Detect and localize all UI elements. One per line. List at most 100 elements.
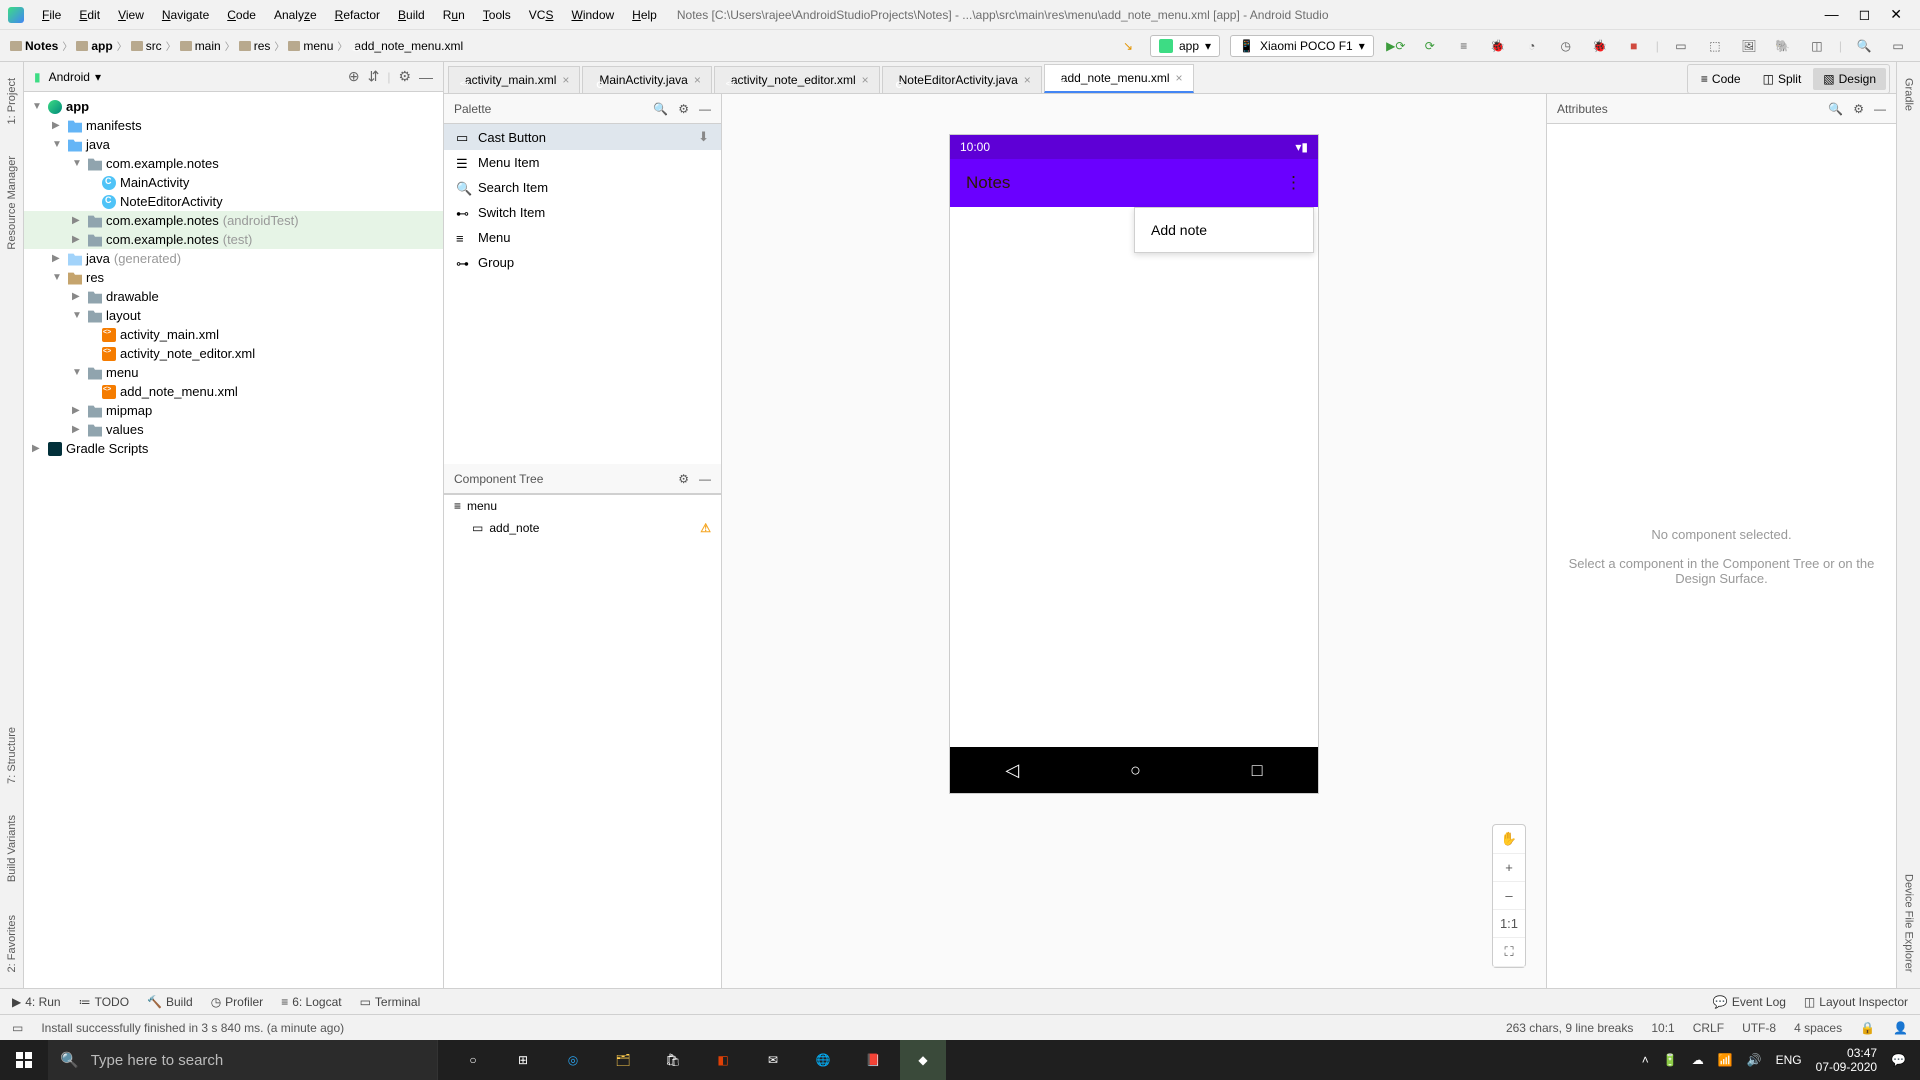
menu-window[interactable]: Window xyxy=(563,6,622,24)
office-icon[interactable]: ◧ xyxy=(700,1040,746,1080)
ct-menu[interactable]: ≡menu xyxy=(444,495,721,517)
menu-view[interactable]: View xyxy=(110,6,152,24)
minimize-icon[interactable]: — xyxy=(699,472,711,486)
search-icon[interactable]: 🔍 xyxy=(653,102,668,116)
menu-help[interactable]: Help xyxy=(624,6,665,24)
tree-activity-note-editor-xml[interactable]: activity_note_editor.xml xyxy=(24,344,443,363)
language-indicator[interactable]: ENG xyxy=(1776,1053,1802,1067)
store-icon[interactable]: 🛍 xyxy=(650,1040,696,1080)
menu-edit[interactable]: Edit xyxy=(71,6,108,24)
taskbar-search[interactable]: 🔍 Type here to search xyxy=(48,1040,438,1080)
sdk-manager-icon[interactable]: ⬚ xyxy=(1703,34,1727,58)
wifi-icon[interactable]: 📶 xyxy=(1718,1053,1733,1067)
tree-add-note-menu-xml[interactable]: add_note_menu.xml xyxy=(24,382,443,401)
tool-build[interactable]: 🔨 Build xyxy=(147,995,193,1009)
tool-logcat[interactable]: ≡ 6: Logcat xyxy=(281,995,341,1009)
palette-menu-item[interactable]: ☰Menu Item xyxy=(444,150,721,175)
coverage-icon[interactable]: ◔ xyxy=(1520,34,1544,58)
memory-indicator-icon[interactable]: 👤 xyxy=(1893,1021,1908,1035)
gear-icon[interactable]: ⚙ xyxy=(678,472,689,486)
start-button[interactable] xyxy=(0,1040,48,1080)
tree-java[interactable]: ▼java xyxy=(24,135,443,154)
tree-package-test[interactable]: ▶com.example.notes (test) xyxy=(24,230,443,249)
zoom-fit[interactable]: ⛶ xyxy=(1493,938,1525,967)
run-icon[interactable]: ▶⟳ xyxy=(1384,34,1408,58)
menu-refactor[interactable]: Refactor xyxy=(327,6,388,24)
crumb-app[interactable]: app xyxy=(76,39,112,53)
tool-gradle[interactable]: Gradle xyxy=(1903,72,1915,117)
android-studio-icon[interactable]: ◆ xyxy=(900,1040,946,1080)
cortana-icon[interactable]: ○ xyxy=(450,1040,496,1080)
tool-run[interactable]: ▶ 4: Run xyxy=(12,995,61,1009)
crumb-file[interactable]: add_note_menu.xml xyxy=(351,39,463,53)
run-config-select[interactable]: app ▾ xyxy=(1150,35,1220,57)
task-view-icon[interactable]: ⊞ xyxy=(500,1040,546,1080)
debug-icon[interactable]: 🐞 xyxy=(1486,34,1510,58)
menu-run[interactable]: Run xyxy=(435,6,473,24)
close-icon[interactable]: × xyxy=(1024,73,1031,87)
tree-values[interactable]: ▶values xyxy=(24,420,443,439)
tool-project[interactable]: 1: Project xyxy=(6,72,18,130)
gear-icon[interactable]: ⚙ xyxy=(1853,102,1864,116)
status-indent[interactable]: 4 spaces xyxy=(1794,1021,1842,1035)
crumb-menu[interactable]: menu xyxy=(288,39,333,53)
taskbar-clock[interactable]: 03:47 07-09-2020 xyxy=(1816,1046,1877,1075)
crumb-main[interactable]: main xyxy=(180,39,221,53)
tree-note-editor-activity[interactable]: NoteEditorActivity xyxy=(24,192,443,211)
apply-changes-icon[interactable]: ⟳ xyxy=(1418,34,1442,58)
tree-manifests[interactable]: ▶manifests xyxy=(24,116,443,135)
menu-navigate[interactable]: Navigate xyxy=(154,6,217,24)
menu-tools[interactable]: Tools xyxy=(475,6,519,24)
minimize-icon[interactable]: — xyxy=(1874,102,1886,116)
tab-activity-main[interactable]: activity_main.xml× xyxy=(448,66,580,93)
run-tests-icon[interactable]: ≡ xyxy=(1452,34,1476,58)
recents-icon[interactable]: □ xyxy=(1252,760,1263,781)
crumb-notes[interactable]: Notes xyxy=(10,39,58,53)
zoom-ratio[interactable]: 1:1 xyxy=(1493,910,1525,938)
volume-icon[interactable]: 🔊 xyxy=(1747,1053,1762,1067)
tab-activity-note-editor[interactable]: activity_note_editor.xml× xyxy=(714,66,880,93)
attach-debugger-icon[interactable]: 🐞 xyxy=(1588,34,1612,58)
zoom-out[interactable]: – xyxy=(1493,882,1525,910)
collapse-icon[interactable]: ⇵ xyxy=(368,68,380,85)
tool-event-log[interactable]: 💬 Event Log xyxy=(1713,995,1786,1009)
tree-java-generated[interactable]: ▶java (generated) xyxy=(24,249,443,268)
minimize-icon[interactable]: — xyxy=(699,102,711,116)
palette-switch-item[interactable]: ⊷Switch Item xyxy=(444,200,721,225)
settings-help-icon[interactable]: ▭ xyxy=(1886,34,1910,58)
status-encoding[interactable]: UTF-8 xyxy=(1742,1021,1776,1035)
overflow-icon[interactable]: ⋮ xyxy=(1285,173,1302,193)
tray-expand-icon[interactable]: ˄ xyxy=(1642,1053,1649,1067)
tree-package[interactable]: ▼com.example.notes xyxy=(24,154,443,173)
maximize-button[interactable]: ◻ xyxy=(1859,6,1871,23)
tree-drawable[interactable]: ▶drawable xyxy=(24,287,443,306)
tool-todo[interactable]: ≔ TODO xyxy=(79,995,129,1009)
close-icon[interactable]: × xyxy=(562,73,569,87)
tool-build-variants[interactable]: Build Variants xyxy=(6,809,18,888)
palette-search-item[interactable]: 🔍Search Item xyxy=(444,175,721,200)
mail-icon[interactable]: ✉ xyxy=(750,1040,796,1080)
onedrive-icon[interactable]: ☁ xyxy=(1692,1053,1704,1067)
file-explorer-icon[interactable]: 🗂 xyxy=(600,1040,646,1080)
menu-add-note[interactable]: Add note xyxy=(1151,222,1207,238)
status-line-ending[interactable]: CRLF xyxy=(1693,1021,1724,1035)
tree-res[interactable]: ▼res xyxy=(24,268,443,287)
menu-code[interactable]: Code xyxy=(219,6,264,24)
tree-layout[interactable]: ▼layout xyxy=(24,306,443,325)
lock-icon[interactable]: 🔒 xyxy=(1860,1021,1875,1035)
close-button[interactable]: ✕ xyxy=(1890,6,1902,23)
edge-icon[interactable]: ◎ xyxy=(550,1040,596,1080)
tree-app-module[interactable]: ▼app xyxy=(24,97,443,116)
palette-menu[interactable]: ≡Menu xyxy=(444,225,721,250)
menu-build[interactable]: Build xyxy=(390,6,433,24)
tool-profiler[interactable]: ◷ Profiler xyxy=(211,995,264,1009)
menu-popup[interactable]: Add note xyxy=(1134,207,1314,253)
notifications-icon[interactable]: 💬 xyxy=(1891,1053,1906,1067)
minimize-button[interactable]: — xyxy=(1825,6,1839,23)
gear-icon[interactable]: ⚙ xyxy=(398,68,411,85)
tool-device-file-explorer[interactable]: Device File Explorer xyxy=(1903,868,1915,978)
chrome-icon[interactable]: 🌐 xyxy=(800,1040,846,1080)
tree-gradle-scripts[interactable]: ▶Gradle Scripts xyxy=(24,439,443,458)
project-view-dropdown[interactable]: Android ▾ xyxy=(49,70,101,84)
tree-mipmap[interactable]: ▶mipmap xyxy=(24,401,443,420)
